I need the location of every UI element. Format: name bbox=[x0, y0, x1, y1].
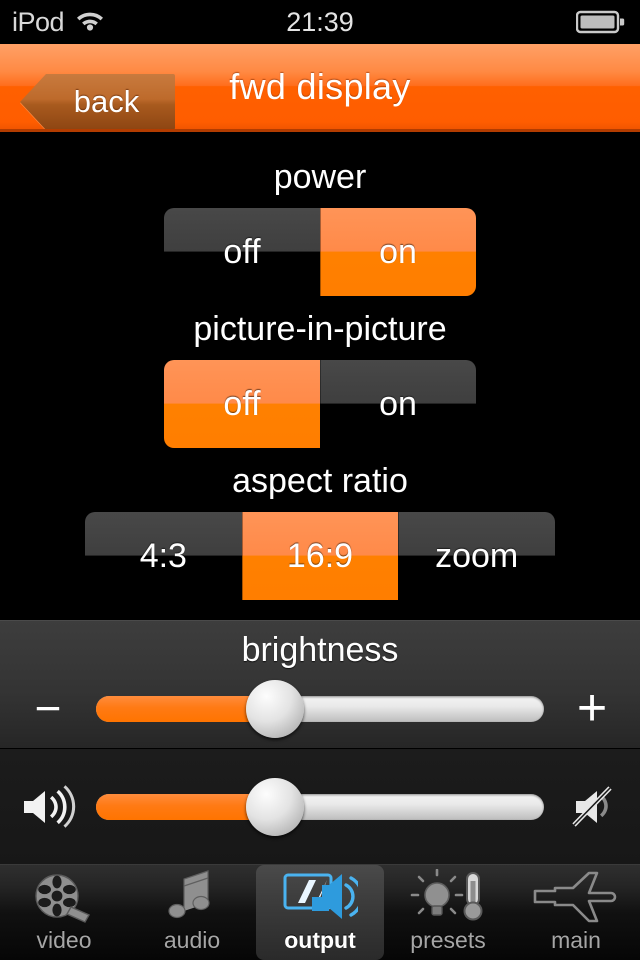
aspect-option-zoom[interactable]: zoom bbox=[398, 512, 555, 600]
app-root: iPod 21:39 fwd display back power off on… bbox=[0, 0, 640, 960]
status-bar: iPod 21:39 bbox=[0, 0, 640, 44]
tab-audio[interactable]: audio bbox=[128, 865, 256, 960]
back-button[interactable]: back bbox=[20, 74, 175, 129]
film-reel-icon bbox=[33, 867, 95, 925]
tab-video[interactable]: video bbox=[0, 865, 128, 960]
bulb-thermometer-icon bbox=[409, 867, 487, 925]
power-segmented-control[interactable]: off on bbox=[164, 208, 476, 296]
brightness-slider-row: − + bbox=[0, 679, 640, 739]
minus-icon: − bbox=[34, 682, 62, 735]
battery-icon bbox=[576, 0, 626, 44]
pip-label: picture-in-picture bbox=[193, 310, 447, 348]
control-group-aspect-ratio: aspect ratio 4:3 16:9 zoom bbox=[0, 464, 640, 600]
tab-audio-label: audio bbox=[163, 927, 221, 953]
plus-icon: + bbox=[576, 679, 608, 738]
tab-presets[interactable]: presets bbox=[384, 865, 512, 960]
tab-presets-label: presets bbox=[410, 927, 486, 953]
tab-main-label: main bbox=[551, 927, 601, 953]
volume-bar bbox=[0, 748, 640, 864]
power-label: power bbox=[273, 158, 367, 196]
mute-icon[interactable] bbox=[544, 784, 640, 830]
aspect-ratio-label: aspect ratio bbox=[232, 462, 408, 500]
brightness-increase-button[interactable]: + bbox=[544, 679, 640, 738]
volume-slider-thumb[interactable] bbox=[246, 778, 305, 836]
tab-main[interactable]: main bbox=[512, 865, 640, 960]
brightness-panel: brightness − + bbox=[0, 620, 640, 748]
control-group-pip: picture-in-picture off on bbox=[0, 312, 640, 448]
power-option-off[interactable]: off bbox=[164, 208, 320, 296]
airplane-icon bbox=[533, 867, 619, 925]
back-button-wrap: back bbox=[10, 59, 175, 129]
aspect-ratio-segmented-control[interactable]: 4:3 16:9 zoom bbox=[85, 512, 555, 600]
music-note-icon bbox=[164, 867, 220, 925]
tab-output[interactable]: output bbox=[256, 865, 384, 960]
pip-option-off[interactable]: off bbox=[164, 360, 320, 448]
aspect-option-4-3[interactable]: 4:3 bbox=[85, 512, 242, 600]
power-option-on[interactable]: on bbox=[320, 208, 476, 296]
volume-slider[interactable] bbox=[96, 778, 544, 836]
nav-bar: fwd display back bbox=[0, 44, 640, 132]
brightness-label: brightness bbox=[241, 631, 399, 669]
brightness-slider-thumb[interactable] bbox=[246, 680, 305, 738]
volume-slider-row bbox=[0, 777, 640, 837]
pip-option-on[interactable]: on bbox=[320, 360, 476, 448]
aspect-option-16-9[interactable]: 16:9 bbox=[241, 512, 399, 600]
tab-video-label: video bbox=[36, 927, 92, 953]
tab-bar: video audio output presets main bbox=[0, 864, 640, 960]
tab-output-label: output bbox=[284, 927, 356, 953]
status-bar-clock: 21:39 bbox=[286, 6, 354, 37]
brightness-slider[interactable] bbox=[96, 680, 544, 738]
speaker-icon[interactable] bbox=[0, 785, 96, 829]
brightness-decrease-button[interactable]: − bbox=[0, 682, 96, 735]
control-group-power: power off on bbox=[0, 160, 640, 296]
display-speaker-icon bbox=[282, 867, 358, 925]
pip-segmented-control[interactable]: off on bbox=[164, 360, 476, 448]
settings-content: power off on picture-in-picture off on a… bbox=[0, 132, 640, 620]
